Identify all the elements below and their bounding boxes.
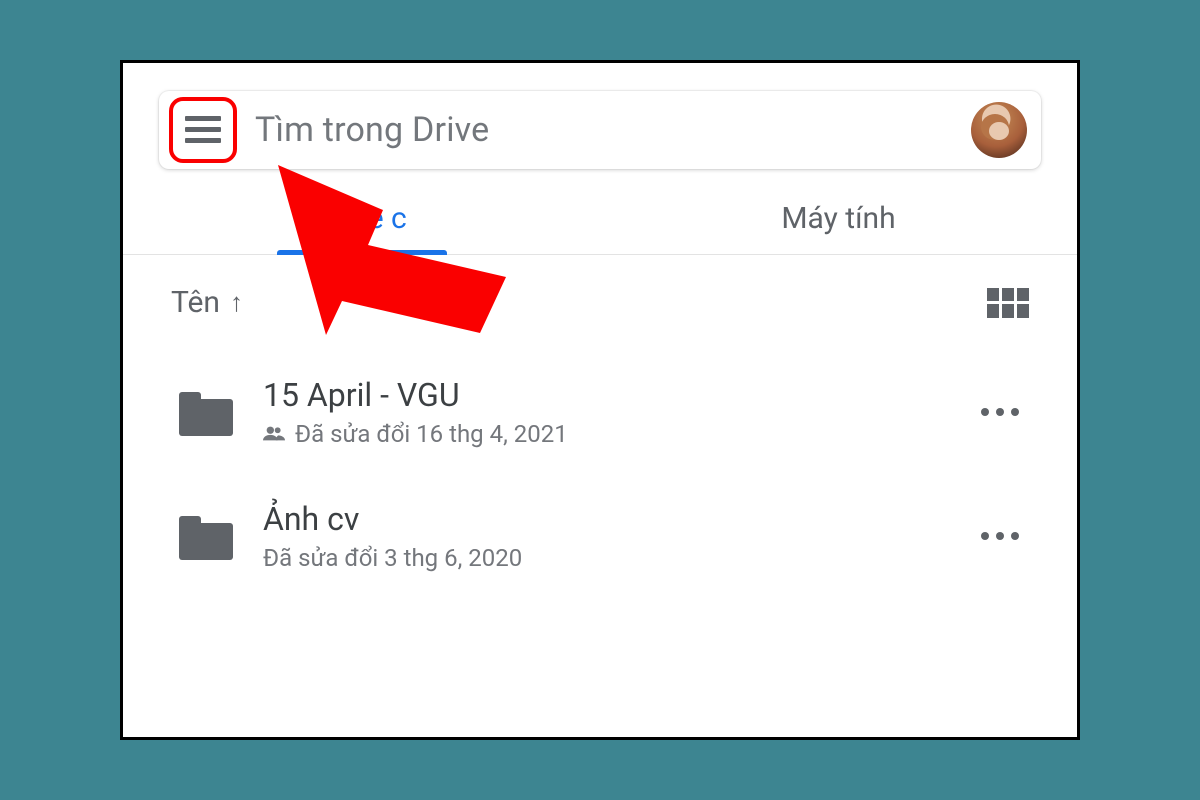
sort-row: Tên ↑ [123, 255, 1077, 340]
list-item[interactable]: 15 April - VGU Đã sửa đổi 16 thg 4, 2021 [179, 350, 1029, 474]
tab-computer[interactable]: Máy tính [600, 201, 1077, 254]
file-list: 15 April - VGU Đã sửa đổi 16 thg 4, 2021… [123, 340, 1077, 598]
list-item[interactable]: Ảnh cv Đã sửa đổi 3 thg 6, 2020 [179, 474, 1029, 598]
avatar[interactable] [971, 102, 1027, 158]
arrow-up-icon: ↑ [230, 287, 243, 318]
search-bar[interactable]: Tìm trong Drive [159, 91, 1041, 169]
sort-label: Tên [171, 285, 220, 320]
file-subtitle: Đã sửa đổi 16 thg 4, 2021 [263, 420, 971, 448]
file-subtitle: Đã sửa đổi 3 thg 6, 2020 [263, 544, 971, 572]
tab-my-drive[interactable]: Drive c [123, 201, 600, 254]
menu-button-highlight [169, 97, 237, 163]
folder-icon [179, 516, 233, 560]
list-item-text: 15 April - VGU Đã sửa đổi 16 thg 4, 2021 [263, 376, 971, 448]
search-input[interactable]: Tìm trong Drive [255, 110, 971, 150]
list-item-text: Ảnh cv Đã sửa đổi 3 thg 6, 2020 [263, 500, 971, 572]
file-title: 15 April - VGU [263, 376, 971, 414]
app-frame: Tìm trong Drive Drive c Máy tính Tên ↑ 1… [120, 60, 1080, 740]
more-icon[interactable] [971, 522, 1029, 550]
menu-icon[interactable] [185, 116, 221, 144]
sort-by-name[interactable]: Tên ↑ [171, 285, 243, 320]
shared-icon [263, 422, 285, 446]
tab-bar: Drive c Máy tính [123, 201, 1077, 255]
grid-view-icon[interactable] [987, 288, 1029, 318]
file-title: Ảnh cv [263, 500, 971, 538]
folder-icon [179, 392, 233, 436]
more-icon[interactable] [971, 398, 1029, 426]
